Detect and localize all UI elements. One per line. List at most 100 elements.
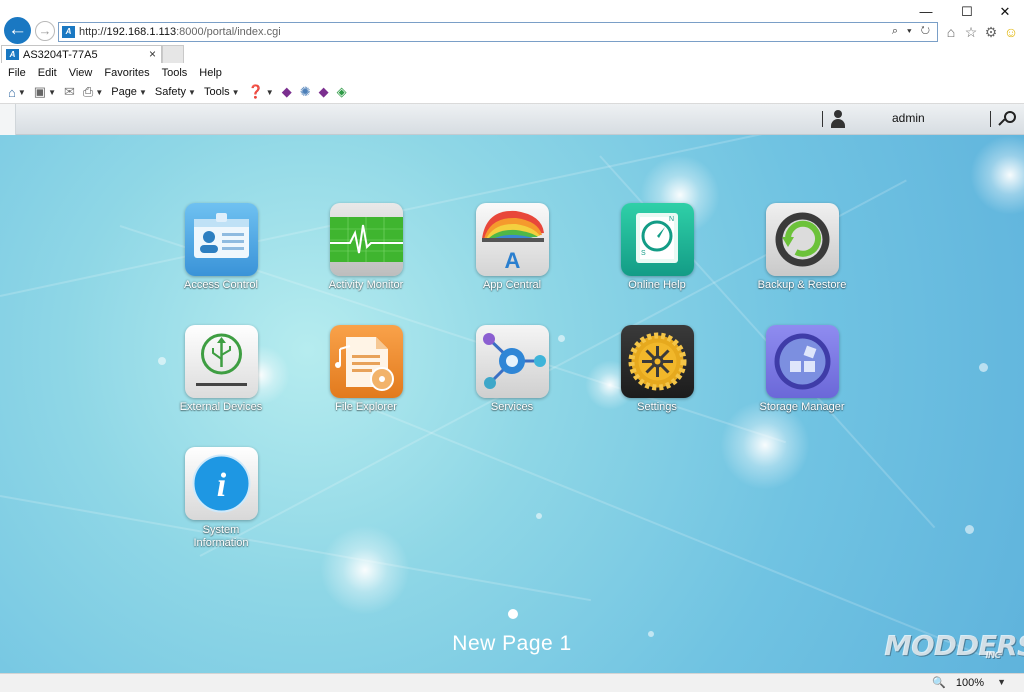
storage-manager-icon bbox=[766, 325, 839, 398]
green-diamond-icon: ◈ bbox=[336, 84, 347, 99]
app-label: External Devices bbox=[179, 401, 263, 413]
portal-desktop: Access Control Activity Monitor A App Ce… bbox=[0, 135, 1024, 673]
extension-cmd-button[interactable]: ◈ bbox=[337, 84, 347, 100]
home-icon[interactable]: ⌂ bbox=[942, 23, 960, 41]
chevron-down-icon: ▼ bbox=[265, 87, 274, 97]
address-bar[interactable]: A http://192.168.1.113:8000/portal/index… bbox=[58, 22, 938, 42]
chevron-down-icon: ▼ bbox=[231, 87, 240, 97]
menu-edit[interactable]: Edit bbox=[38, 67, 57, 79]
settings-gear-icon[interactable]: ⚙ bbox=[982, 23, 1000, 41]
app-label: Backup & Restore bbox=[757, 279, 847, 291]
id-card-icon bbox=[185, 203, 258, 276]
printer-icon: ⎙ bbox=[82, 84, 94, 99]
app-system-information[interactable]: i System Information bbox=[161, 447, 281, 557]
address-url[interactable]: http://192.168.1.113:8000/portal/index.c… bbox=[79, 26, 281, 38]
addon-cmd-button[interactable]: ✺ bbox=[300, 84, 311, 100]
file-explorer-icon bbox=[330, 325, 403, 398]
menu-favorites[interactable]: Favorites bbox=[104, 67, 149, 79]
address-search-refresh-controls[interactable]: ⌕ ▾ ↻ bbox=[892, 25, 933, 38]
app-label: File Explorer bbox=[335, 401, 397, 413]
favorites-star-icon[interactable]: ☆ bbox=[962, 23, 980, 41]
browser-status-bar: 🔍 100% ▼ bbox=[0, 673, 1024, 692]
services-network-icon bbox=[476, 325, 549, 398]
divider bbox=[822, 111, 823, 127]
search-icon[interactable] bbox=[998, 111, 1017, 129]
chevron-down-icon: ▼ bbox=[17, 87, 26, 97]
send-to-onenote-icon: ◆ bbox=[318, 84, 329, 99]
page-indicator-dot[interactable] bbox=[508, 609, 518, 619]
site-favicon: A bbox=[62, 26, 75, 38]
safety-menu-button[interactable]: Safety ▼ bbox=[155, 86, 196, 98]
divider bbox=[990, 111, 991, 127]
new-tab-button[interactable] bbox=[162, 45, 184, 63]
menu-tools[interactable]: Tools bbox=[162, 67, 188, 79]
close-window-button[interactable]: ✕ bbox=[991, 4, 1019, 20]
user-icon[interactable] bbox=[830, 110, 846, 128]
app-backup-restore[interactable]: Backup & Restore bbox=[742, 203, 862, 313]
app-central-rainbow-icon: A bbox=[476, 203, 549, 276]
zoom-level[interactable]: 100% bbox=[956, 677, 984, 689]
send-onenote-cmd-button[interactable]: ◆ bbox=[319, 84, 329, 100]
portal-top-bar: admin bbox=[0, 104, 1024, 135]
app-services[interactable]: Services bbox=[452, 325, 572, 435]
mail-cmd-button[interactable]: ✉ bbox=[64, 84, 75, 100]
chevron-down-icon: ▼ bbox=[188, 87, 196, 97]
feeds-cmd-button[interactable]: ▣ ▼ bbox=[34, 84, 56, 100]
app-app-central[interactable]: A App Central bbox=[452, 203, 572, 313]
browser-chrome: ← → A http://192.168.1.113:8000/portal/i… bbox=[0, 0, 1024, 104]
maximize-button[interactable]: ☐ bbox=[953, 4, 981, 20]
backup-restore-icon bbox=[766, 203, 839, 276]
settings-gear-icon bbox=[621, 325, 694, 398]
page-name: New Page 1 bbox=[452, 632, 572, 655]
arrow-left-icon: ← bbox=[8, 19, 27, 40]
zoom-icon: 🔍 bbox=[932, 677, 946, 689]
arrow-right-icon: → bbox=[38, 23, 52, 38]
app-activity-monitor[interactable]: Activity Monitor bbox=[306, 203, 426, 313]
menu-bar: File Edit View Favorites Tools Help bbox=[0, 64, 1024, 82]
app-file-explorer[interactable]: File Explorer bbox=[306, 325, 426, 435]
back-button[interactable]: ← bbox=[4, 17, 31, 44]
page-menu-button[interactable]: Page ▼ bbox=[111, 86, 147, 98]
rss-feed-icon: ▣ bbox=[33, 84, 47, 99]
svg-text:S: S bbox=[641, 250, 646, 257]
svg-text:i: i bbox=[217, 467, 227, 504]
app-access-control[interactable]: Access Control bbox=[161, 203, 281, 313]
app-online-help[interactable]: N S Online Help bbox=[597, 203, 717, 313]
tab-close-icon[interactable]: × bbox=[149, 47, 156, 61]
app-label: Activity Monitor bbox=[328, 279, 404, 291]
app-storage-manager[interactable]: Storage Manager bbox=[742, 325, 862, 435]
tools-menu-button[interactable]: Tools ▼ bbox=[204, 86, 240, 98]
app-label: App Central bbox=[482, 279, 542, 291]
menu-view[interactable]: View bbox=[69, 67, 93, 79]
top-bar-left-strip bbox=[0, 104, 16, 135]
help-question-icon: ❓ bbox=[247, 84, 264, 99]
app-label: Storage Manager bbox=[759, 401, 845, 413]
home-icon: ⌂ bbox=[8, 84, 16, 100]
usb-drive-icon bbox=[185, 325, 258, 398]
app-label: Services bbox=[490, 401, 534, 413]
mail-icon: ✉ bbox=[64, 84, 75, 99]
browser-tab[interactable]: A AS3204T-77A5 × bbox=[1, 45, 162, 63]
menu-help[interactable]: Help bbox=[199, 67, 222, 79]
smiley-feedback-icon[interactable]: ☺ bbox=[1002, 23, 1020, 41]
info-icon: i bbox=[185, 447, 258, 520]
app-label: Settings bbox=[637, 401, 677, 413]
user-name[interactable]: admin bbox=[892, 111, 925, 125]
svg-text:N: N bbox=[669, 216, 674, 223]
app-label: Online Help bbox=[628, 279, 686, 291]
svg-text:A: A bbox=[505, 248, 521, 273]
help-cmd-button[interactable]: ❓ ▼ bbox=[248, 84, 274, 100]
chevron-down-icon: ▼ bbox=[138, 87, 147, 97]
chevron-down-icon[interactable]: ▼ bbox=[997, 677, 1006, 687]
app-settings[interactable]: Settings bbox=[597, 325, 717, 435]
menu-file[interactable]: File bbox=[8, 67, 26, 79]
tab-favicon: A bbox=[6, 49, 19, 60]
onenote-cmd-button[interactable]: ◆ bbox=[282, 84, 292, 100]
tab-title: AS3204T-77A5 bbox=[23, 49, 98, 61]
home-cmd-button[interactable]: ⌂ ▼ bbox=[8, 85, 26, 100]
app-external-devices[interactable]: External Devices bbox=[161, 325, 281, 435]
forward-button[interactable]: → bbox=[35, 21, 55, 41]
command-bar: ⌂ ▼ ▣ ▼ ✉ ⎙ ▼ Page ▼ Safety ▼ Tools ▼ ❓ ▼ ◆ ✺ ◆… bbox=[0, 82, 1024, 102]
minimize-button[interactable]: — bbox=[912, 4, 940, 20]
print-cmd-button[interactable]: ⎙ ▼ bbox=[83, 84, 103, 100]
